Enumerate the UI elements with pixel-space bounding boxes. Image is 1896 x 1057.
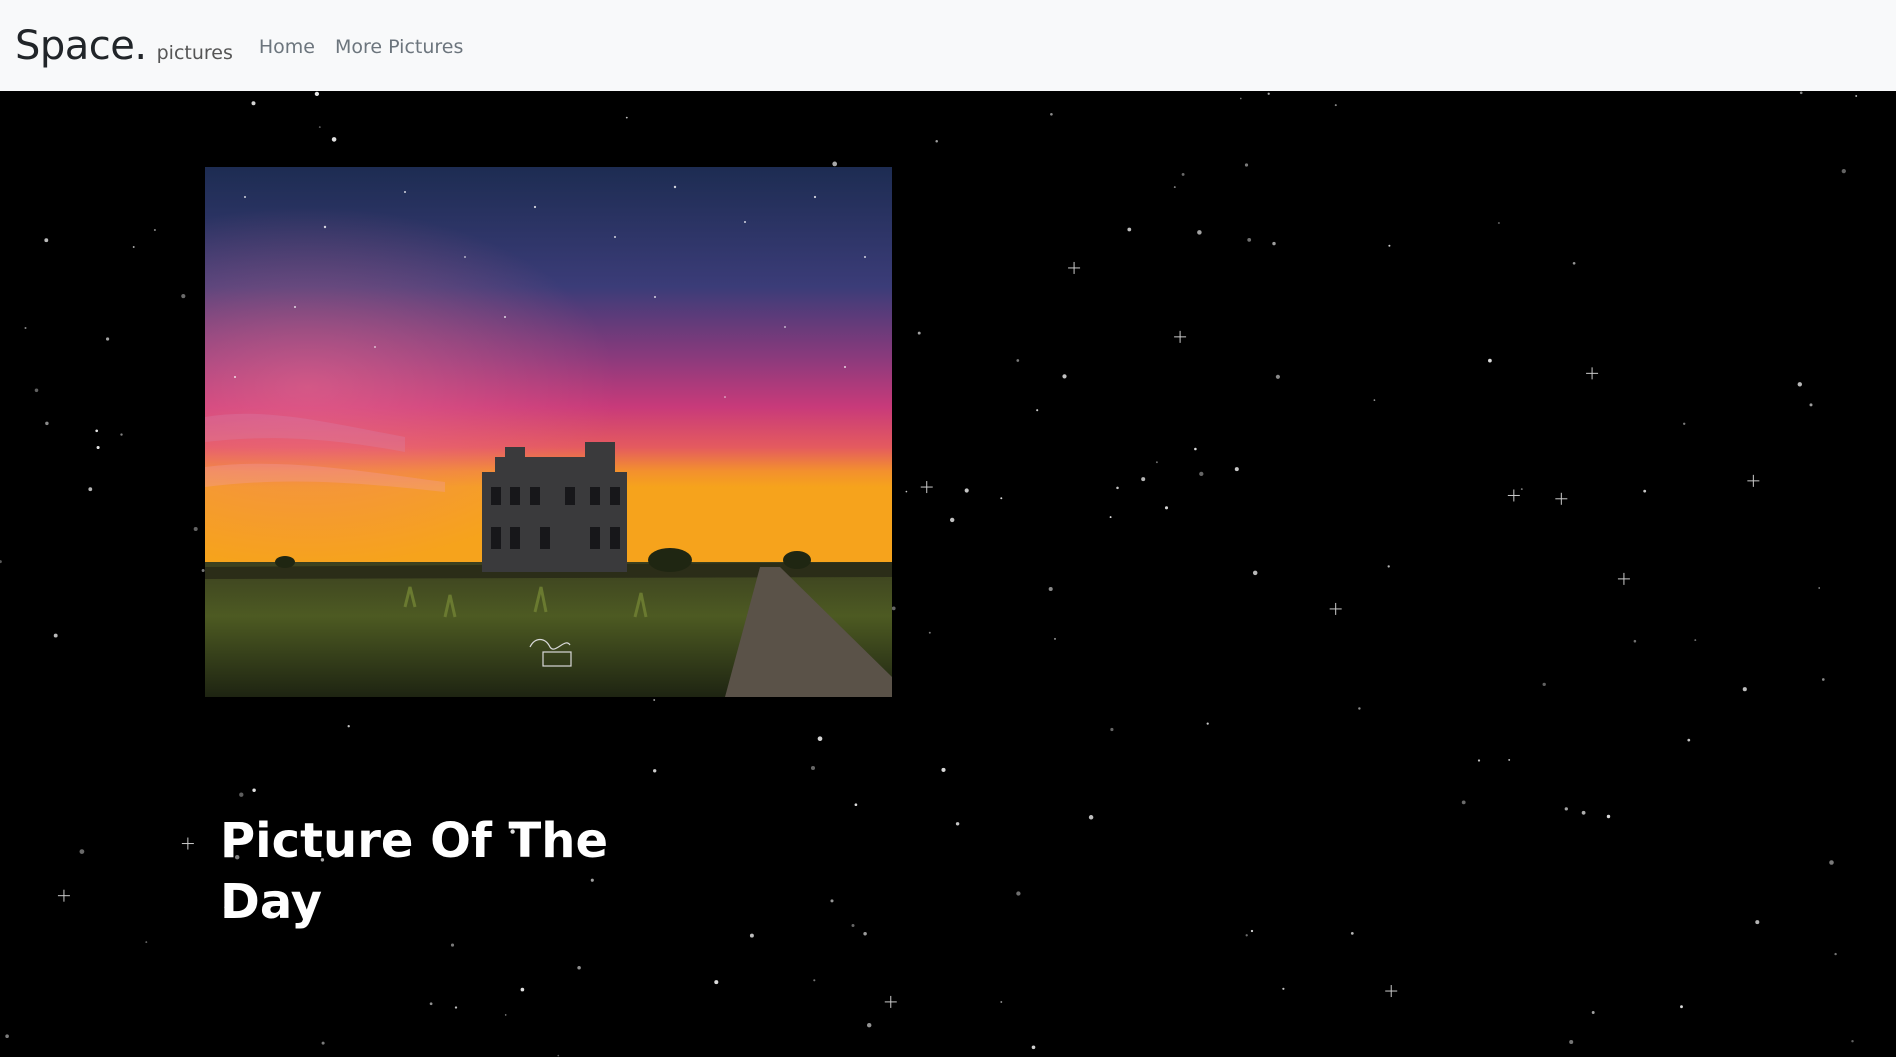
nav-more-pictures-link[interactable]: More Pictures xyxy=(335,36,463,58)
picture-of-the-day-title: Picture Of The Day xyxy=(220,813,609,930)
brand-link[interactable]: Space. pictures xyxy=(15,23,233,69)
aurora-photo xyxy=(205,167,892,697)
nav-home-link[interactable]: Home xyxy=(259,36,315,58)
brand-subtitle: pictures xyxy=(156,41,233,64)
picture-of-the-day-image[interactable] xyxy=(205,167,892,697)
starfield-background: Picture Of The Day xyxy=(0,91,1896,1057)
navbar: Space. pictures Home More Pictures xyxy=(0,0,1896,91)
brand-name: Space. xyxy=(15,22,147,69)
